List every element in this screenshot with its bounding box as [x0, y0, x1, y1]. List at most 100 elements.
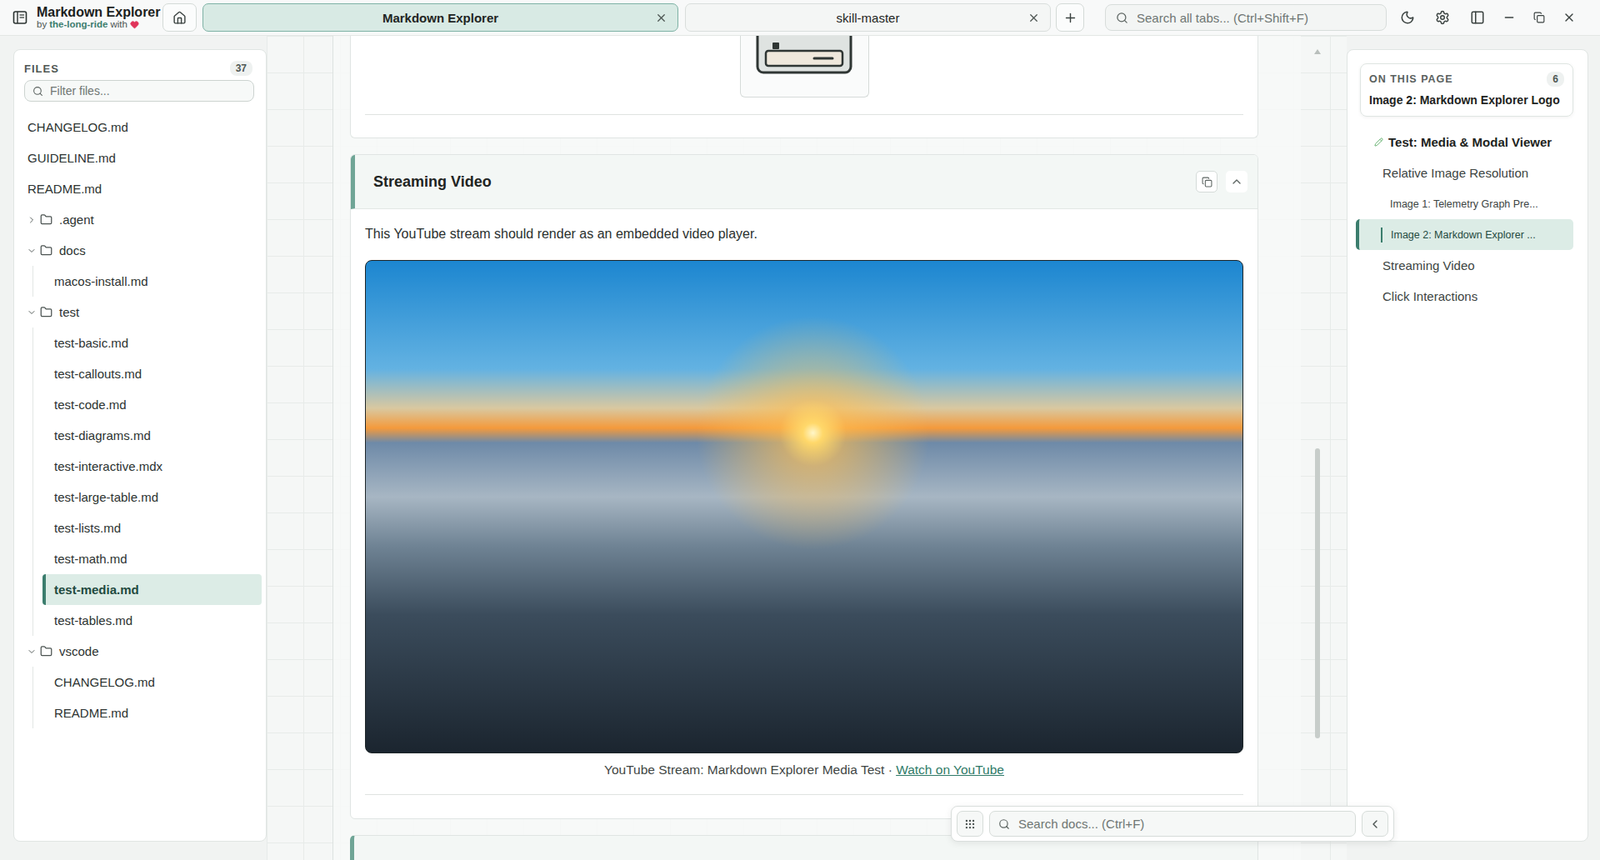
document: Streaming Video This YouTube stream shoul… [332, 35, 1301, 860]
section-text: This YouTube stream should render as an … [365, 225, 1244, 243]
home-button[interactable] [162, 3, 197, 32]
file-item[interactable]: test-diagrams.md [42, 420, 262, 451]
file-item[interactable]: test-basic.md [42, 327, 262, 359]
section-title: Streaming Video [373, 173, 492, 191]
tab-close-button[interactable] [655, 11, 668, 25]
app-window: Markdown Explorerbythe-long-ridewithMark… [0, 0, 1600, 860]
global-search-input[interactable] [1135, 10, 1376, 26]
pencil-icon [1374, 137, 1384, 147]
gear-icon [1435, 10, 1450, 25]
file-filter-input[interactable] [48, 83, 246, 99]
global-search[interactable] [1105, 4, 1387, 31]
file-item[interactable]: macos-install.md [42, 265, 262, 297]
close-window-button[interactable] [1555, 3, 1584, 32]
file-item[interactable]: CHANGELOG.md [42, 666, 262, 698]
scroll-thumb[interactable] [1315, 448, 1320, 739]
toc-header: ON THIS PAGE [1369, 73, 1454, 85]
byline: bythe-long-ridewith [36, 19, 160, 30]
file-item[interactable]: test-code.md [42, 389, 262, 420]
tab-strip: Markdown Explorerskill-master [202, 3, 1051, 32]
logo-image-icon[interactable] [755, 35, 853, 75]
toc-item[interactable]: Streaming Video [1355, 250, 1574, 281]
file-filter[interactable] [24, 80, 255, 102]
toc-panel: ON THIS PAGE 6 Image 2: Markdown Explorer … [1346, 49, 1589, 842]
tab[interactable]: Markdown Explorer [202, 3, 679, 32]
settings-button[interactable] [1428, 3, 1457, 32]
minimize-button[interactable] [1495, 3, 1524, 32]
tab[interactable]: skill-master [685, 3, 1051, 32]
file-item[interactable]: test-math.md [42, 543, 262, 575]
video-player[interactable] [365, 260, 1244, 754]
heart-icon [130, 20, 140, 30]
toc-count-badge: 6 [1546, 71, 1565, 87]
close-icon [655, 11, 668, 25]
toc-item[interactable]: Click Interactions [1355, 280, 1574, 312]
panel-left-icon [1470, 10, 1485, 25]
moon-icon [1400, 10, 1415, 25]
scrollbar[interactable] [1314, 35, 1321, 860]
drag-handle[interactable] [956, 810, 984, 837]
app-title: Markdown Explorer [36, 5, 160, 20]
scroll-track[interactable] [1315, 60, 1320, 835]
tab-close-button[interactable] [1027, 11, 1040, 25]
toc-item[interactable]: Relative Image Resolution [1355, 157, 1574, 189]
folder-children: test-basic.mdtest-callouts.mdtest-code.m… [32, 327, 262, 636]
doc-search[interactable] [989, 810, 1356, 837]
divider [365, 114, 1244, 115]
file-item[interactable]: test-lists.md [42, 512, 262, 544]
section-header[interactable]: Streaming Video [350, 155, 1258, 210]
chevron-up-icon [1230, 175, 1244, 189]
file-item[interactable]: GUIDELINE.md [18, 142, 262, 174]
toc-item[interactable]: Test: Media & Modal Viewer [1355, 126, 1574, 158]
folder-children: CHANGELOG.mdREADME.md [32, 666, 262, 729]
folder-icon [40, 213, 53, 226]
folder-item[interactable]: test [18, 296, 262, 328]
folder-item[interactable]: docs [18, 235, 262, 266]
video-caption: YouTube Stream: Markdown Explorer Media … [365, 761, 1244, 779]
doc-search-input[interactable] [1016, 815, 1347, 832]
file-item[interactable]: test-callouts.md [42, 358, 262, 390]
brand: Markdown Explorerbythe-long-ridewith [12, 5, 163, 30]
toc-item[interactable]: Image 1: Telemetry Graph Pre... [1355, 188, 1574, 220]
window-controls [1495, 3, 1584, 32]
file-item[interactable]: README.md [18, 173, 262, 205]
chevron-right-icon [26, 215, 37, 225]
restore-button[interactable] [1525, 3, 1554, 32]
minimize-icon [1502, 10, 1516, 25]
search-icon [1115, 11, 1129, 25]
file-tree: CHANGELOG.mdGUIDELINE.mdREADME.md.agentd… [14, 101, 266, 729]
new-tab-button[interactable] [1055, 3, 1085, 32]
toolbar-actions [1393, 3, 1492, 32]
watch-link[interactable]: Watch on YouTube [895, 762, 1005, 777]
file-item[interactable]: test-large-table.md [42, 481, 262, 513]
title-bar: Markdown Explorerbythe-long-ridewithMark… [0, 0, 1600, 36]
author-link[interactable]: the-long-ride [49, 19, 108, 30]
divider [365, 794, 1244, 795]
file-item[interactable]: CHANGELOG.md [18, 111, 262, 143]
collapse-button[interactable] [1225, 170, 1248, 193]
copy-button[interactable] [1195, 170, 1218, 193]
folder-item[interactable]: .agent [18, 204, 262, 235]
toc-item[interactable]: Image 2: Markdown Explorer ... [1355, 219, 1574, 250]
chevron-down-icon [26, 307, 37, 318]
scroll-up-icon[interactable] [1314, 49, 1321, 55]
collapse-search-button[interactable] [1361, 810, 1389, 837]
doc-search-bar [950, 805, 1395, 842]
folder-item[interactable]: vscode [18, 635, 262, 667]
folder-icon [40, 645, 53, 658]
file-item[interactable]: README.md [42, 697, 262, 729]
sidebar-toggle-button[interactable] [1463, 3, 1492, 32]
file-sidebar: FILES37CHANGELOG.mdGUIDELINE.mdREADME.md… [13, 49, 267, 842]
toc-summary: ON THIS PAGE6Image 2: Markdown Explorer … [1360, 63, 1574, 117]
close-icon [1027, 11, 1040, 25]
search-icon [998, 818, 1010, 830]
file-item[interactable]: test-interactive.mdx [42, 450, 262, 482]
folder-children: macos-install.md [32, 265, 262, 297]
file-item[interactable]: test-tables.md [42, 605, 262, 636]
plus-icon [1063, 10, 1078, 25]
file-item[interactable]: test-media.md [42, 574, 262, 605]
chevron-down-icon [26, 646, 37, 657]
theme-toggle-button[interactable] [1393, 3, 1422, 32]
file-count-badge: 37 [230, 60, 253, 76]
image-frame[interactable] [740, 35, 870, 98]
